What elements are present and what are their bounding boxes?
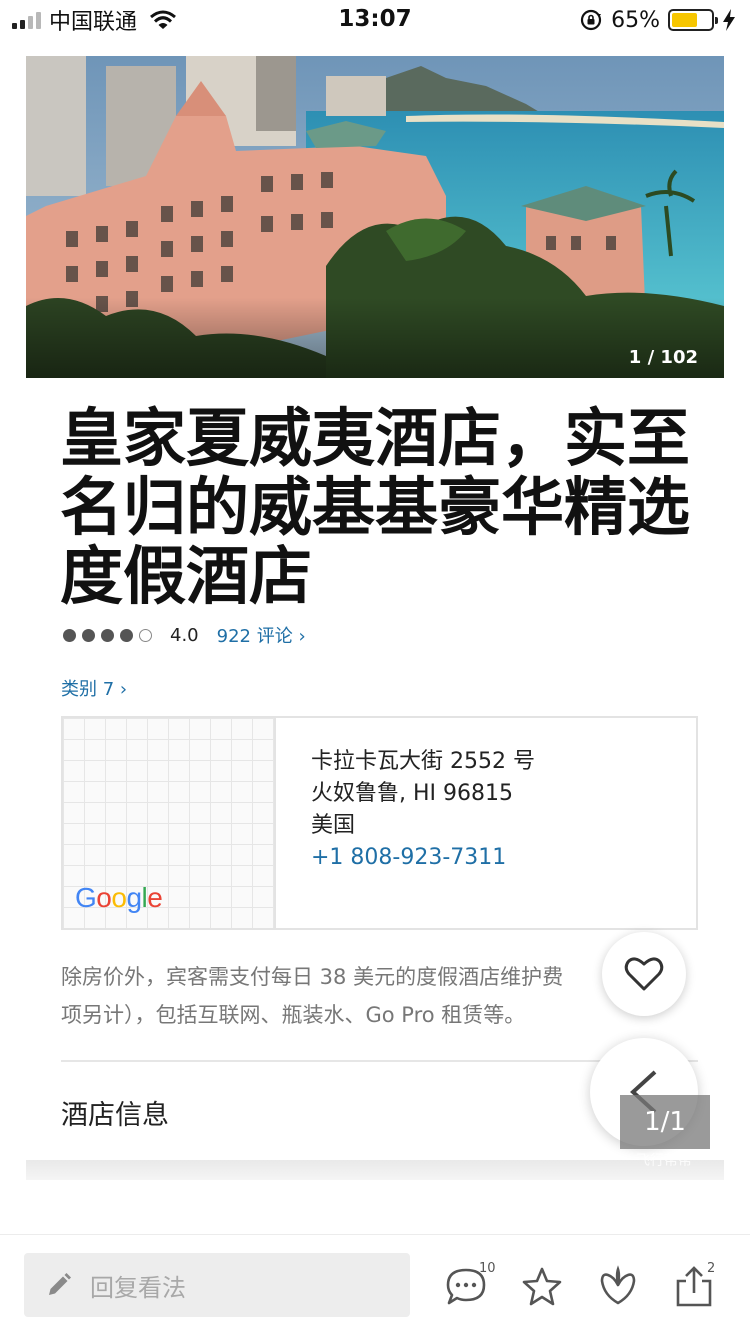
- address-line-street: 卡拉卡瓦大街 2552 号: [311, 749, 535, 774]
- like-icon[interactable]: [596, 1265, 640, 1309]
- pencil-icon: [49, 1273, 71, 1295]
- rating-dot-filled: [63, 628, 76, 642]
- fee-text-line-1: 除房价外，宾客需支付每日 38 美元的度假酒店维护费: [61, 965, 564, 989]
- rating-dot-filled: [101, 628, 114, 642]
- content-bottom-edge: [26, 1160, 724, 1180]
- google-logo: Google: [75, 882, 163, 913]
- page-indicator: 1/1: [620, 1095, 710, 1149]
- fee-text-line-2: 项另计），包括互联网、瓶装水、Go Pro 租赁等。: [61, 1003, 526, 1027]
- watermark: 飞行帮帮: [636, 1153, 692, 1169]
- charging-bolt-icon: [723, 9, 735, 31]
- rating-dot-filled: [120, 628, 133, 642]
- rating-value: 4.0: [170, 624, 199, 646]
- status-right: 65%: [579, 7, 736, 33]
- address-line-city: 火奴鲁鲁, HI 96815: [311, 781, 513, 806]
- hotel-title: 皇家夏威夷酒店，实至名归的威基基豪华精选度假酒店: [60, 402, 690, 613]
- address-card: Google 卡拉卡瓦大街 2552 号 火奴鲁鲁, HI 96815 美国 +…: [61, 716, 698, 930]
- battery-icon: [668, 9, 718, 31]
- reviews-link[interactable]: 922 评论 ›: [217, 622, 306, 648]
- save-heart-button[interactable]: [602, 932, 686, 1016]
- hotel-photo-illustration: [26, 56, 724, 378]
- map-thumbnail[interactable]: Google: [63, 718, 276, 928]
- star-icon[interactable]: [520, 1265, 564, 1309]
- page-indicator-text: 1/1: [644, 1107, 686, 1137]
- rating-row: 4.0 922 评论 ›: [63, 622, 306, 648]
- resort-fee-text: 除房价外，宾客需支付每日 38 美元的度假酒店维护费 项另计），包括互联网、瓶装…: [61, 958, 621, 1034]
- battery-percent: 65%: [611, 7, 660, 33]
- reply-placeholder: 回复看法: [90, 1273, 186, 1302]
- photo-counter: 1 / 102: [628, 347, 698, 368]
- rating-dot-filled: [82, 628, 95, 642]
- battery-fill: [672, 13, 697, 27]
- status-bar: 中国联通 13:07 65%: [0, 0, 750, 40]
- rating-dot-empty: [139, 628, 152, 642]
- address-text: 卡拉卡瓦大街 2552 号 火奴鲁鲁, HI 96815 美国 +1 808-9…: [311, 746, 535, 874]
- phone-link[interactable]: +1 808-923-7311: [311, 842, 535, 874]
- bottom-action-bar: 回复看法 10 2: [0, 1234, 750, 1334]
- share-count: 2: [707, 1261, 716, 1276]
- comment-count: 10: [479, 1261, 496, 1276]
- rotation-lock-icon: [580, 9, 602, 31]
- heart-icon: [624, 957, 664, 991]
- address-line-country: 美国: [311, 813, 356, 838]
- hero-photo[interactable]: 1 / 102: [26, 56, 724, 378]
- reply-input[interactable]: 回复看法: [24, 1253, 410, 1317]
- hotel-info-heading[interactable]: 酒店信息: [61, 1093, 169, 1132]
- category-link[interactable]: 类别 7 ›: [61, 675, 127, 701]
